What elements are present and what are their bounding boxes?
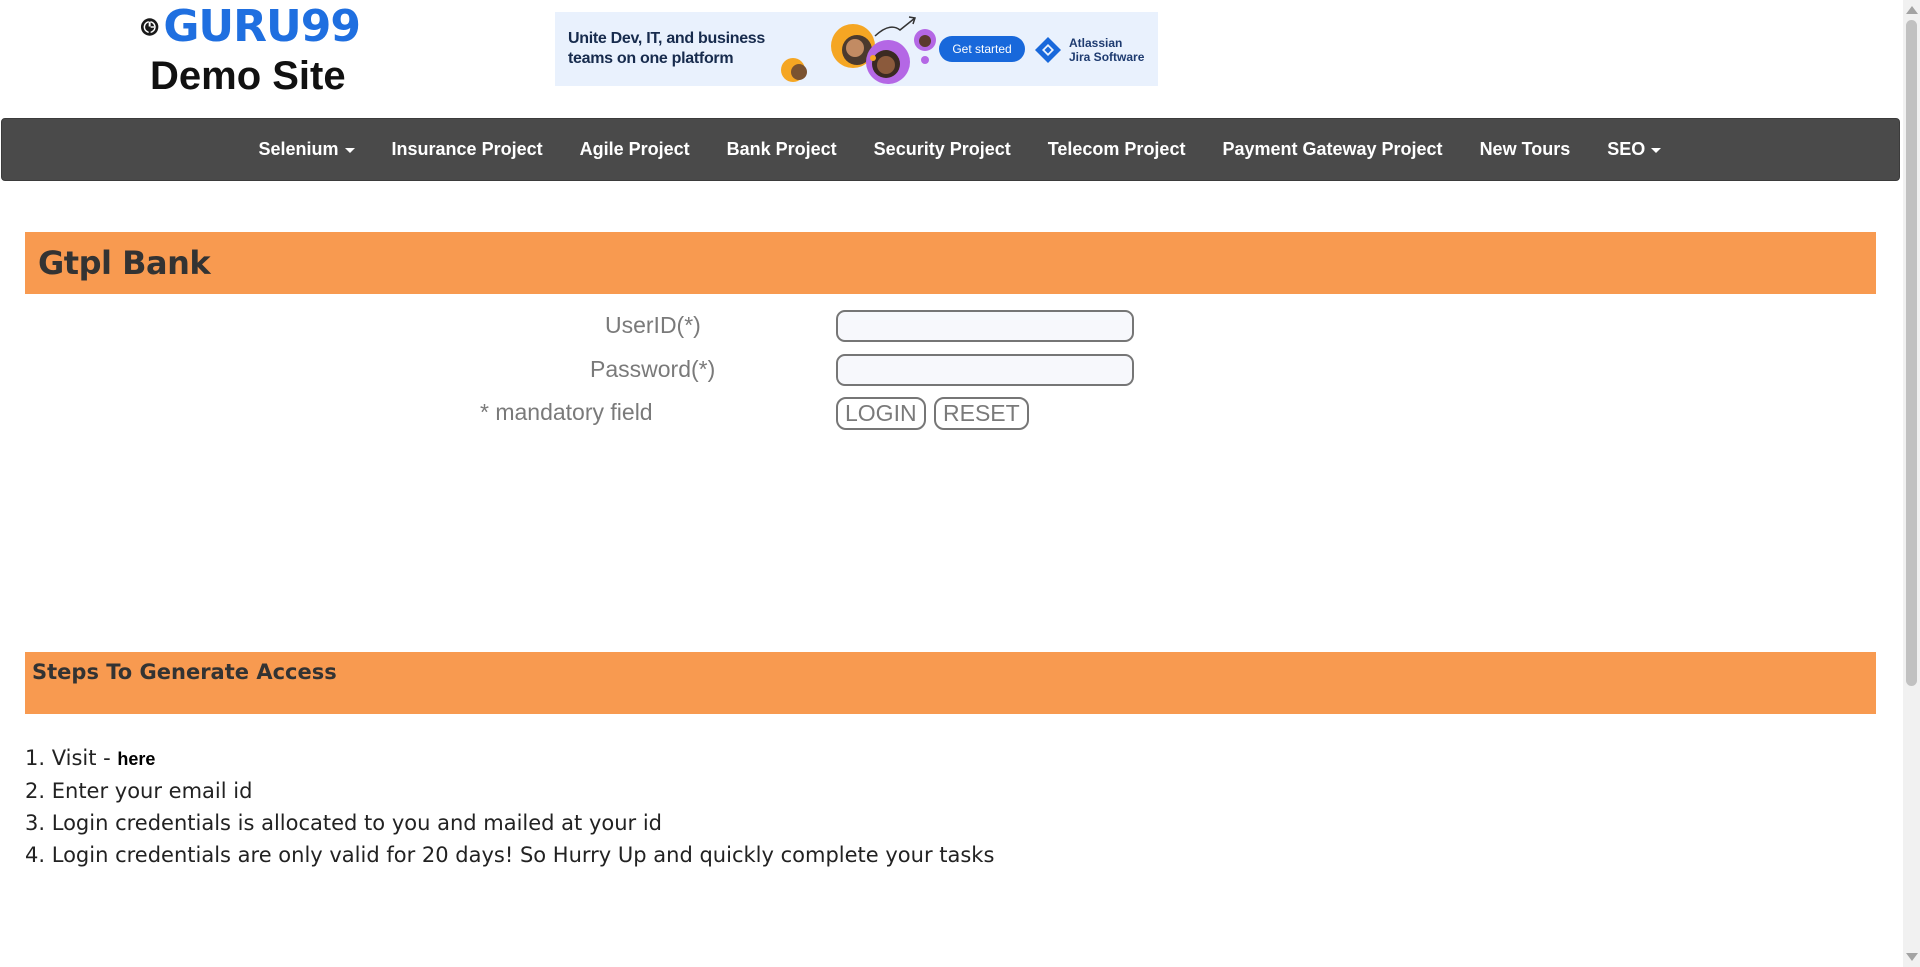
main-navbar: Selenium Insurance Project Agile Project… bbox=[1, 118, 1900, 181]
logo-subtitle: Demo Site bbox=[150, 54, 346, 98]
ad-headline: Unite Dev, IT, and business teams on one… bbox=[568, 30, 765, 67]
visit-here-link[interactable]: here bbox=[117, 749, 155, 769]
nav-item-new-tours[interactable]: New Tours bbox=[1461, 119, 1589, 180]
mandatory-field-note: * mandatory field bbox=[480, 399, 653, 425]
nav-item-selenium[interactable]: Selenium bbox=[240, 119, 373, 180]
nav-menu: Selenium Insurance Project Agile Project… bbox=[240, 119, 1680, 180]
ad-get-started-button[interactable]: Get started bbox=[939, 36, 1025, 62]
userid-label: UserID(*) bbox=[605, 312, 701, 338]
ad-brand-line1: Atlassian bbox=[1069, 36, 1123, 50]
list-item: 4. Login credentials are only valid for … bbox=[25, 843, 995, 867]
nav-item-agile-project[interactable]: Agile Project bbox=[561, 119, 708, 180]
dropdown-caret-icon bbox=[344, 147, 355, 153]
ad-brand: Atlassian Jira Software bbox=[1033, 32, 1153, 68]
steps-header-bar: Steps To Generate Access bbox=[25, 652, 1876, 714]
nav-item-payment-gateway-project[interactable]: Payment Gateway Project bbox=[1204, 119, 1461, 180]
logo-brand-text: GURU99 bbox=[163, 1, 361, 52]
login-button[interactable]: LOGIN bbox=[836, 397, 926, 430]
page-scrollbar[interactable] bbox=[1903, 0, 1920, 967]
guru99-logo-icon bbox=[140, 18, 159, 36]
ad-brand-line2: Jira Software bbox=[1069, 50, 1145, 64]
ad-banner[interactable]: Unite Dev, IT, and business teams on one… bbox=[555, 12, 1158, 86]
nav-item-bank-project[interactable]: Bank Project bbox=[708, 119, 855, 180]
userid-input[interactable] bbox=[836, 310, 1134, 342]
password-input[interactable] bbox=[836, 354, 1134, 386]
nav-item-insurance-project[interactable]: Insurance Project bbox=[373, 119, 561, 180]
list-item: 1. Visit - here bbox=[25, 746, 156, 770]
bank-header-bar: Gtpl Bank bbox=[25, 232, 1876, 294]
nav-item-seo[interactable]: SEO bbox=[1589, 119, 1680, 180]
steps-list: 1. Visit - here 2. Enter your email id 3… bbox=[25, 742, 994, 871]
bank-title: Gtpl Bank bbox=[38, 244, 211, 282]
site-logo[interactable]: GURU99 Demo Site bbox=[140, 1, 361, 102]
scrollbar-thumb[interactable] bbox=[1906, 20, 1917, 686]
list-item: 3. Login credentials is allocated to you… bbox=[25, 811, 663, 835]
nav-item-telecom-project[interactable]: Telecom Project bbox=[1029, 119, 1204, 180]
password-label: Password(*) bbox=[590, 356, 716, 382]
list-item: 2. Enter your email id bbox=[25, 779, 253, 803]
jira-logo-icon bbox=[1035, 37, 1061, 63]
dropdown-caret-icon bbox=[1651, 147, 1662, 153]
steps-title: Steps To Generate Access bbox=[32, 660, 337, 684]
nav-item-security-project[interactable]: Security Project bbox=[855, 119, 1029, 180]
scroll-up-arrow-icon[interactable] bbox=[1906, 6, 1918, 14]
scroll-down-arrow-icon[interactable] bbox=[1906, 953, 1918, 961]
reset-button[interactable]: RESET bbox=[934, 397, 1029, 430]
